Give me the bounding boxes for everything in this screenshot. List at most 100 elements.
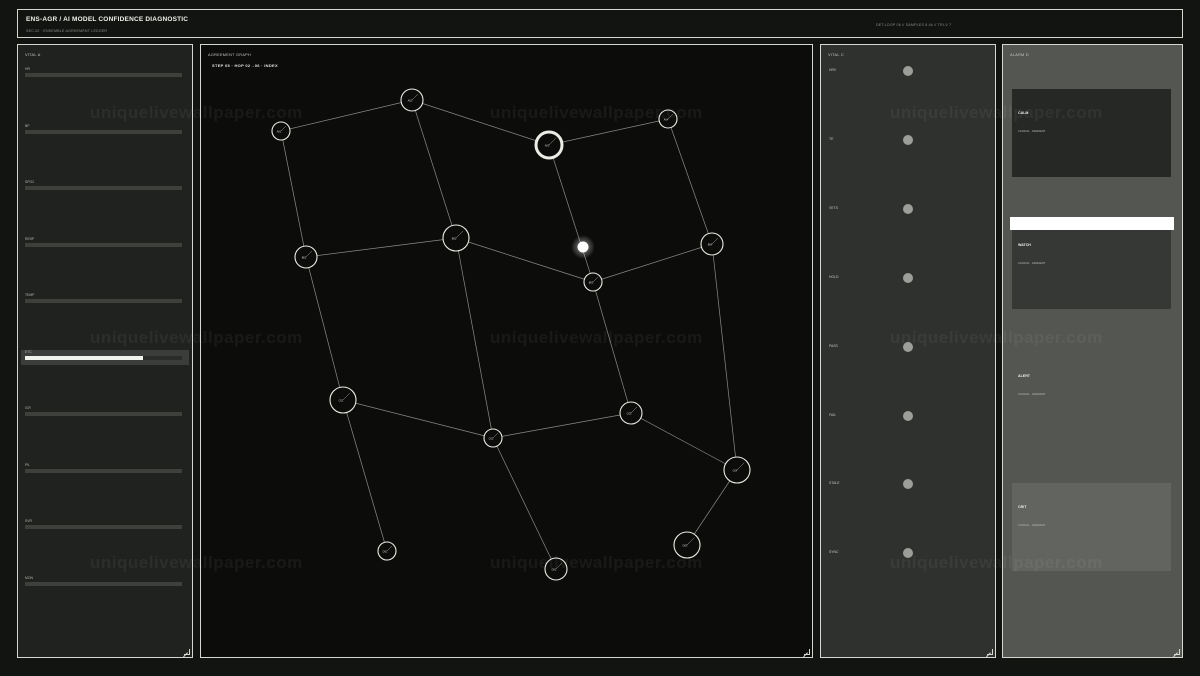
graph-edge <box>280 130 307 258</box>
graph-node-label: B01 <box>302 256 307 260</box>
graph-node-label: B03 <box>589 281 594 285</box>
graph-edge <box>492 412 632 439</box>
graph-node[interactable]: A01 <box>271 121 291 141</box>
resize-corner-icon[interactable] <box>184 649 190 655</box>
graph-node[interactable]: A02 <box>400 88 424 112</box>
vital-a-row[interactable]: SPO2 <box>18 180 192 195</box>
vital-c-row[interactable]: PASS <box>821 341 995 354</box>
graph-node-label: A02 <box>408 99 413 103</box>
graph-edge <box>711 243 738 471</box>
graph-node-label: B02 <box>452 237 457 241</box>
vital-c-title: VITAL C <box>828 53 845 57</box>
graph-node-label: C03 <box>627 412 632 416</box>
graph-node[interactable]: A03 <box>534 130 564 160</box>
vital-c-label: VETS <box>829 205 838 210</box>
vital-c-row[interactable]: FAIL <box>821 410 995 423</box>
graph-node[interactable]: A04 <box>658 109 678 129</box>
graph-edge <box>305 237 457 258</box>
status-dot-icon <box>903 341 913 352</box>
alarm-title: ALARM D <box>1010 53 1029 57</box>
vital-fill <box>25 355 143 360</box>
graph-node[interactable]: B02 <box>442 224 470 252</box>
graph-edge <box>548 118 669 146</box>
graph-node-label: D01 <box>383 550 388 554</box>
status-dot-icon <box>903 203 913 214</box>
alarm-level-note: CLINICAL · GRADIENT <box>1018 524 1046 527</box>
graph-node[interactable]: B01 <box>294 245 318 269</box>
vital-track <box>25 129 182 134</box>
vital-c-label: PASS <box>829 343 838 348</box>
vital-track <box>25 412 182 416</box>
graph-node-label: D03 <box>683 544 688 548</box>
vital-label: RESP <box>25 236 35 241</box>
graph-node-label: C01 <box>339 399 344 403</box>
vital-c-row[interactable]: TE <box>821 134 995 147</box>
graph-edge <box>492 437 557 570</box>
vital-a-row[interactable]: PIL <box>18 463 192 478</box>
vital-c-row[interactable]: HRV <box>821 66 995 78</box>
app-title: ENS-AGR / AI MODEL CONFIDENCE DIAGNOSTIC <box>26 16 189 23</box>
vital-c-row[interactable]: STALE <box>821 479 995 491</box>
resize-corner-icon[interactable] <box>1174 649 1180 655</box>
resize-corner-icon[interactable] <box>987 649 993 655</box>
graph-node[interactable]: C03 <box>619 401 643 425</box>
vital-label: SPO2 <box>25 180 35 184</box>
vital-c-label: HRV <box>829 68 837 72</box>
vital-a-row[interactable]: MON <box>18 576 192 591</box>
resize-corner-icon[interactable] <box>804 649 810 655</box>
vital-c-label: SYNC <box>829 550 839 555</box>
alarm-level-card[interactable]: WATCH CLINICAL · GRADIENT <box>1012 221 1171 309</box>
vital-label: TEMP <box>25 293 35 297</box>
vital-a-row[interactable]: TEMP <box>18 293 192 308</box>
vital-a-panel: VITAL A HR BP SPO2 RESP TEMP ETC ICR PIL SVR MON <box>17 44 193 658</box>
graph-node[interactable]: C02 <box>483 428 503 448</box>
graph-edge <box>455 237 494 439</box>
vital-c-row[interactable]: SYNC <box>821 548 995 560</box>
graph-edge <box>548 144 594 283</box>
status-dot-icon <box>903 134 913 145</box>
alarm-level-card[interactable]: CALM CLINICAL · GRADIENT <box>1012 89 1171 177</box>
vital-c-panel: VITAL C HRV TE VETS HOLD PASS FAIL STALE SYNC <box>820 44 996 658</box>
vital-a-row[interactable]: SVR <box>18 519 192 534</box>
agreement-graph-canvas[interactable]: A01 A02 A03 A04 B01 B02 B03 B04 C01 C02 C03 C04 D01 D… <box>201 45 812 657</box>
vital-label: ICR <box>25 406 31 410</box>
graph-edge <box>280 99 413 132</box>
graph-node[interactable]: D01 <box>377 541 397 561</box>
vital-a-row[interactable]: BP <box>18 124 192 139</box>
graph-node[interactable]: D03 <box>673 531 701 559</box>
graph-node[interactable]: B03 <box>583 272 603 292</box>
vital-c-label: STALE <box>829 481 840 486</box>
graph-edge <box>667 118 713 245</box>
vital-c-label: FAIL <box>829 412 836 417</box>
vital-a-row[interactable]: HR <box>18 67 192 82</box>
graph-node[interactable]: D02 <box>544 557 568 581</box>
alarm-level-name: ALERT <box>1018 374 1030 378</box>
vital-c-row[interactable]: VETS <box>821 203 995 216</box>
vital-c-label: TE <box>829 136 834 141</box>
vital-track <box>25 581 182 586</box>
alarm-level-card[interactable]: CRIT CLINICAL · GRADIENT <box>1012 483 1171 571</box>
graph-node[interactable]: B04 <box>700 232 724 256</box>
agreement-graph-panel: AGREEMENT GRAPH STEP 05 · HOP 02→06 · IN… <box>200 44 813 658</box>
graph-node-label: A03 <box>545 144 550 148</box>
graph-node[interactable]: C04 <box>723 456 751 484</box>
vital-label: SVR <box>25 519 32 523</box>
graph-edge <box>342 399 494 439</box>
graph-node-label: B04 <box>708 243 713 247</box>
vital-a-row[interactable]: ICR <box>18 406 192 421</box>
vital-a-row[interactable]: RESP <box>18 237 192 252</box>
vital-c-label: HOLD <box>829 274 839 279</box>
vital-a-title: VITAL A <box>25 53 41 57</box>
vital-track <box>25 73 182 77</box>
probe-cursor-icon[interactable] <box>577 241 589 253</box>
vital-track <box>25 299 182 303</box>
vital-label: PIL <box>25 462 31 467</box>
vital-a-row[interactable]: ETC <box>21 349 189 365</box>
graph-node[interactable]: C01 <box>329 386 357 414</box>
vital-track <box>25 355 182 360</box>
alarm-level-card[interactable]: ALERT CLINICAL · GRADIENT <box>1012 352 1171 440</box>
vital-track <box>25 186 182 190</box>
vital-c-row[interactable]: HOLD <box>821 272 995 285</box>
graph-edge <box>411 99 550 146</box>
status-dot-icon <box>903 548 913 559</box>
